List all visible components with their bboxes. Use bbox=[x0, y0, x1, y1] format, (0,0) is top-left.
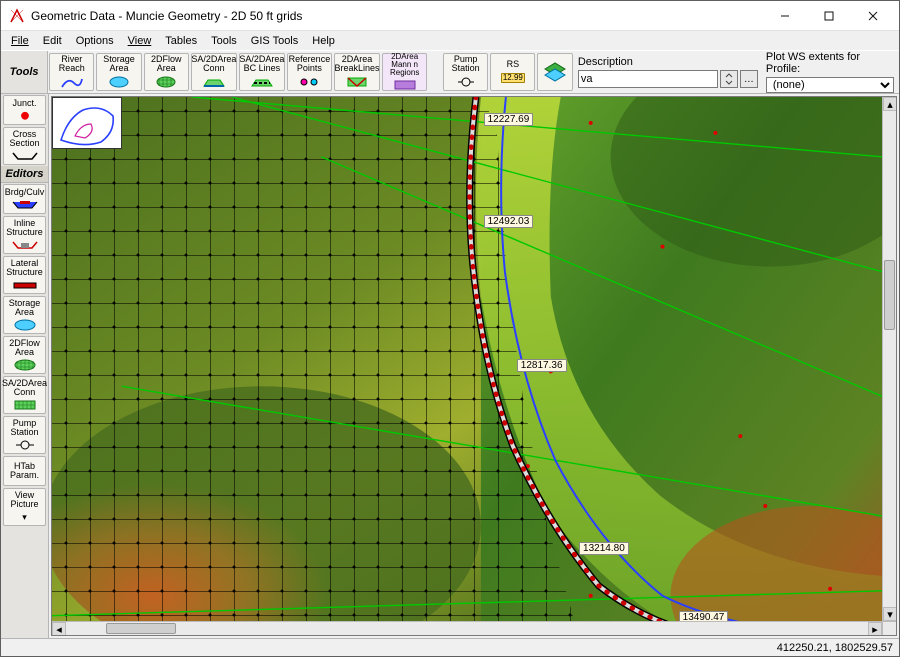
menu-tables[interactable]: Tables bbox=[159, 34, 203, 48]
maximize-button[interactable] bbox=[807, 2, 851, 30]
menu-help[interactable]: Help bbox=[306, 34, 341, 48]
scroll-up-icon[interactable]: ▴ bbox=[883, 97, 897, 111]
tool-breaklines[interactable]: 2DArea BreakLines bbox=[334, 53, 380, 91]
breaklines-icon bbox=[345, 75, 369, 89]
editor-bridge-culvert[interactable]: Brdg/Culv bbox=[3, 184, 46, 214]
description-area: Description … bbox=[574, 51, 762, 93]
menu-tools[interactable]: Tools bbox=[205, 34, 243, 48]
content-area: Junct. Cross Section Editors Brdg/Culv I… bbox=[1, 94, 899, 638]
tool-pump-station[interactable]: Pump Station bbox=[443, 53, 488, 91]
editor-htab-param[interactable]: HTab Param. bbox=[3, 456, 46, 486]
minimize-button[interactable] bbox=[763, 2, 807, 30]
lateral-struct-icon bbox=[12, 279, 38, 291]
profile-area: Plot WS extents for Profile: (none) bbox=[762, 51, 899, 93]
extent-minimap[interactable] bbox=[52, 97, 122, 149]
scroll-thumb-h[interactable] bbox=[106, 623, 176, 634]
status-bar: 412250.21, 1802529.57 bbox=[1, 638, 899, 656]
editor-pump-station[interactable]: Pump Station bbox=[3, 416, 46, 454]
menu-file[interactable]: File bbox=[5, 34, 35, 48]
toolbar-side-label: Tools bbox=[1, 51, 48, 93]
flow2d-ed-icon bbox=[12, 359, 38, 371]
cross-section-icon bbox=[12, 150, 38, 162]
menu-edit[interactable]: Edit bbox=[37, 34, 68, 48]
description-stepper[interactable] bbox=[720, 70, 738, 88]
description-more-button[interactable]: … bbox=[740, 70, 758, 88]
flow-2d-icon bbox=[154, 75, 178, 89]
junction-icon bbox=[12, 110, 38, 122]
description-input[interactable] bbox=[578, 70, 718, 88]
editors-sidebar: Junct. Cross Section Editors Brdg/Culv I… bbox=[1, 94, 49, 638]
menu-bar: File Edit Options View Tables Tools GIS … bbox=[1, 31, 899, 50]
description-label: Description bbox=[578, 56, 758, 68]
mannn-icon bbox=[393, 79, 417, 91]
status-coordinates: 412250.21, 1802529.57 bbox=[777, 642, 893, 654]
tool-sa2d-bclines[interactable]: SA/2DArea BC Lines bbox=[239, 53, 285, 91]
pump-icon bbox=[454, 75, 478, 89]
editors-header: Editors bbox=[1, 166, 48, 183]
tool-2dflow-area[interactable]: 2DFlow Area bbox=[144, 53, 189, 91]
tool-river-reach[interactable]: River Reach bbox=[49, 53, 94, 91]
editor-inline-structure[interactable]: Inline Structure bbox=[3, 216, 46, 254]
river-reach-icon bbox=[60, 75, 84, 89]
inline-struct-icon bbox=[12, 239, 38, 251]
title-bar: Geometric Data - Muncie Geometry - 2D 50… bbox=[1, 1, 899, 31]
menu-gis-tools[interactable]: GIS Tools bbox=[245, 34, 305, 48]
editor-2dflow-area[interactable]: 2DFlow Area bbox=[3, 336, 46, 374]
close-button[interactable] bbox=[851, 2, 895, 30]
scroll-down-icon[interactable]: ▾ bbox=[883, 607, 897, 621]
tool-ref-points[interactable]: Reference Points bbox=[287, 53, 332, 91]
app-icon bbox=[9, 8, 25, 24]
tool-map-layers[interactable] bbox=[537, 53, 572, 91]
tool-storage-area[interactable]: Storage Area bbox=[96, 53, 141, 91]
map-viewport[interactable]: 12227.69 12492.03 12817.36 13214.80 1349… bbox=[52, 97, 882, 621]
sa2d-conn-icon bbox=[202, 75, 226, 89]
map-area: 12227.69 12492.03 12817.36 13214.80 1349… bbox=[51, 96, 897, 636]
tool-sa2d-conn[interactable]: SA/2DArea Conn bbox=[191, 53, 237, 91]
menu-view[interactable]: View bbox=[122, 34, 158, 48]
window-title: Geometric Data - Muncie Geometry - 2D 50… bbox=[31, 9, 763, 23]
toolbar: Tools River Reach Storage Area 2DFlow Ar… bbox=[1, 50, 899, 94]
storage-ed-icon bbox=[12, 319, 38, 331]
profile-label: Plot WS extents for Profile: bbox=[766, 51, 895, 75]
tool-rs[interactable]: RS 12.99 bbox=[490, 53, 535, 91]
editor-storage-area[interactable]: Storage Area bbox=[3, 296, 46, 334]
editor-junction[interactable]: Junct. bbox=[3, 95, 46, 125]
bridge-icon bbox=[12, 199, 38, 211]
rs-icon: 12.99 bbox=[501, 71, 525, 85]
scroll-corner bbox=[882, 621, 896, 635]
tool-mannn-regions[interactable]: 2DArea Mann n Regions bbox=[382, 53, 427, 91]
scroll-right-icon[interactable]: ▸ bbox=[868, 622, 882, 636]
vertical-scrollbar[interactable]: ▴ ▾ bbox=[882, 97, 896, 621]
scroll-thumb-v[interactable] bbox=[884, 260, 895, 330]
refpoints-icon bbox=[297, 75, 321, 89]
storage-area-icon bbox=[107, 75, 131, 89]
editor-view-picture[interactable]: View Picture ▾ bbox=[3, 488, 46, 526]
pump-ed-icon bbox=[12, 439, 38, 451]
picture-icon: ▾ bbox=[12, 511, 38, 523]
horizontal-scrollbar[interactable]: ◂ ▸ bbox=[52, 621, 882, 635]
bclines-icon bbox=[250, 75, 274, 89]
scroll-left-icon[interactable]: ◂ bbox=[52, 622, 66, 636]
editor-lateral-structure[interactable]: Lateral Structure bbox=[3, 256, 46, 294]
menu-options[interactable]: Options bbox=[70, 34, 120, 48]
profile-select[interactable]: (none) bbox=[766, 77, 894, 93]
geometric-data-window: Geometric Data - Muncie Geometry - 2D 50… bbox=[0, 0, 900, 657]
editor-cross-section[interactable]: Cross Section bbox=[3, 127, 46, 165]
editor-sa2d-conn[interactable]: SA/2DArea Conn bbox=[3, 376, 46, 414]
map-layers-icon bbox=[541, 59, 569, 85]
sa2d-ed-icon bbox=[12, 399, 38, 411]
